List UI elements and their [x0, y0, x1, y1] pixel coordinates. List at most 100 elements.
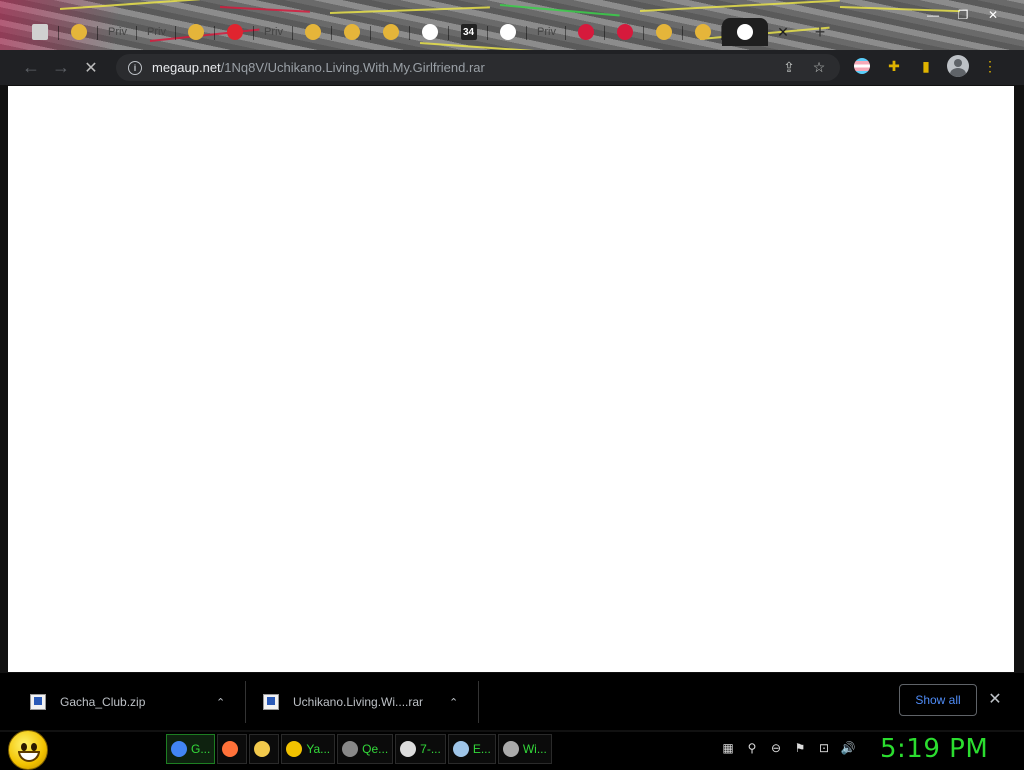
tray-icon[interactable]: ⊖: [768, 740, 784, 756]
taskbar-button[interactable]: [217, 734, 248, 764]
globe-icon: [343, 24, 360, 40]
tab[interactable]: [20, 18, 59, 46]
tab[interactable]: [293, 18, 332, 46]
share-icon[interactable]: ⇪: [780, 58, 798, 76]
globe-icon: [694, 24, 711, 40]
smiley-mouth: [18, 751, 40, 762]
tab[interactable]: [566, 18, 605, 46]
stop-loading-button[interactable]: ✕: [76, 53, 106, 83]
tab-close-button[interactable]: ✕: [773, 22, 793, 42]
chrome-menu-icon[interactable]: ⋮: [978, 54, 1002, 78]
smiley-eye: [21, 743, 27, 751]
download-filename: Uchikano.Living.Wi....rar: [293, 695, 424, 709]
extensions-puzzle-icon[interactable]: ✚: [882, 54, 906, 78]
globe-icon: [655, 24, 672, 40]
flag-circle: [854, 58, 870, 74]
toolbar-right: ✚ ▮ ⋮: [850, 54, 1002, 78]
divider: [245, 681, 246, 723]
tab[interactable]: [371, 18, 410, 46]
tray-icon[interactable]: ⚲: [744, 740, 760, 756]
forward-button[interactable]: →: [46, 53, 76, 83]
avatar-icon: [947, 55, 969, 77]
tab[interactable]: [410, 18, 449, 46]
maximize-button[interactable]: ❐: [948, 6, 978, 24]
globe-icon: [187, 24, 204, 40]
show-all-downloads-button[interactable]: Show all: [899, 684, 977, 716]
taskbar-button[interactable]: Ya...: [281, 734, 336, 764]
tab-title: Priv: [264, 26, 283, 38]
taskbar-button[interactable]: 7-...: [395, 734, 446, 764]
site-info-icon[interactable]: i: [128, 60, 142, 75]
divider: [478, 681, 479, 723]
taskbar-button[interactable]: [249, 734, 280, 764]
tray-icon[interactable]: ⚑: [792, 740, 808, 756]
tab[interactable]: Priv: [527, 18, 566, 46]
taskbar-button[interactable]: E...: [447, 734, 496, 764]
app-icon: [400, 741, 417, 757]
start-button[interactable]: [8, 730, 48, 770]
minimize-button[interactable]: —: [918, 6, 948, 24]
chrome-color-icon: [70, 24, 87, 40]
browser-toolbar: ← → ✕ i megaup.net/1Nq8V/Uchikano.Living…: [0, 50, 1024, 85]
theme-decoration: [639, 0, 840, 12]
tab[interactable]: [176, 18, 215, 46]
tab[interactable]: Priv: [137, 18, 176, 46]
app-icon: [222, 741, 239, 757]
taskbar-button[interactable]: G...: [166, 734, 216, 764]
tab[interactable]: [332, 18, 371, 46]
address-bar[interactable]: i megaup.net/1Nq8V/Uchikano.Living.With.…: [116, 54, 840, 81]
google-icon: [499, 24, 516, 40]
rar-file-icon: [263, 694, 279, 710]
back-button[interactable]: ←: [16, 53, 46, 83]
counter-icon: 34: [460, 24, 477, 40]
side-panel-icon[interactable]: ▮: [914, 54, 938, 78]
tab-active[interactable]: [722, 18, 768, 46]
tab-list: Priv Priv Priv 34 Priv: [20, 18, 768, 46]
taskbar-button[interactable]: Wi...: [497, 734, 552, 764]
tab-strip: Priv Priv Priv 34 Priv ✕ + — ❐ ✕: [0, 0, 1024, 50]
download-filename: Gacha_Club.zip: [60, 695, 146, 709]
window-close-button[interactable]: ✕: [978, 6, 1008, 24]
download-item[interactable]: Gacha_Club.zip ⌃: [30, 681, 230, 723]
address-bar-actions: ⇪ ☆: [780, 58, 828, 76]
taskbar-clock[interactable]: 5:19 PM: [880, 734, 988, 764]
tab[interactable]: [683, 18, 722, 46]
tab[interactable]: [59, 18, 98, 46]
app-icon: [502, 741, 519, 757]
chevron-up-icon[interactable]: ⌃: [449, 696, 458, 709]
download-shelf: Gacha_Club.zip ⌃ Uchikano.Living.Wi....r…: [0, 672, 1024, 730]
tab[interactable]: Priv: [254, 18, 293, 46]
url-text[interactable]: megaup.net/1Nq8V/Uchikano.Living.With.My…: [152, 60, 485, 75]
download-item[interactable]: Uchikano.Living.Wi....rar ⌃: [263, 681, 463, 723]
pride-flag-extension-icon[interactable]: [850, 54, 874, 78]
tab[interactable]: Priv: [98, 18, 137, 46]
app-icon: [342, 741, 359, 757]
globe-icon: [304, 24, 321, 40]
theme-decoration: [329, 6, 490, 14]
app-icon: [286, 741, 303, 757]
tray-icon[interactable]: ▦: [720, 740, 736, 756]
new-tab-button[interactable]: +: [810, 22, 830, 42]
profile-avatar[interactable]: [946, 54, 970, 78]
browser-window: Priv Priv Priv 34 Priv ✕ + — ❐ ✕ ← → ✕ i meg…: [0, 0, 1024, 732]
close-download-shelf-icon[interactable]: ✕: [987, 690, 1003, 708]
taskbar-button[interactable]: Qe...: [337, 734, 394, 764]
zip-file-icon: [30, 694, 46, 710]
tab[interactable]: [605, 18, 644, 46]
tab[interactable]: 34: [449, 18, 488, 46]
tab[interactable]: [488, 18, 527, 46]
taskbar-label: 7-...: [420, 742, 441, 756]
tray-icon[interactable]: ⊡: [816, 740, 832, 756]
taskbar-label: Qe...: [362, 742, 389, 756]
tab[interactable]: [215, 18, 254, 46]
app-icon: [171, 741, 187, 757]
page-content: [8, 86, 1014, 672]
window-controls: — ❐ ✕: [918, 6, 1008, 24]
chevron-up-icon[interactable]: ⌃: [216, 696, 225, 709]
tab-title: Priv: [147, 26, 166, 38]
m-logo-icon: [226, 24, 243, 40]
tray-icon[interactable]: 🔊: [840, 740, 856, 756]
system-tray: ▦ ⚲ ⊖ ⚑ ⊡ 🔊: [720, 740, 856, 756]
bookmark-star-icon[interactable]: ☆: [810, 58, 828, 76]
tab[interactable]: [644, 18, 683, 46]
